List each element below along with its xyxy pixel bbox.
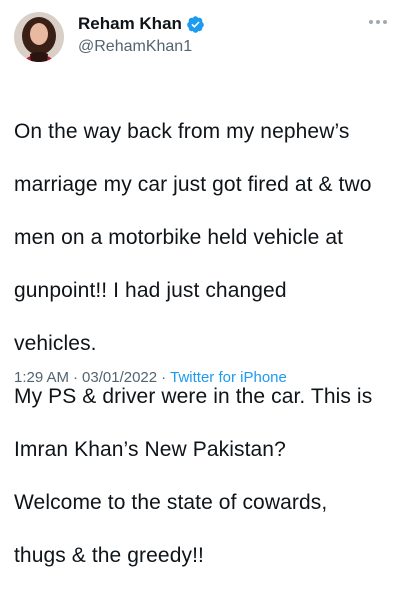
more-options-icon[interactable] [369, 20, 387, 24]
verified-badge-icon [186, 15, 205, 34]
tweet-meta: 1:29 AM · 03/01/2022 · Twitter for iPhon… [14, 369, 287, 386]
tweet-text-line: marriage my car just got fired at & two [14, 172, 372, 196]
tweet-text-line: vehicles. [14, 331, 97, 355]
tweet-text-line: On the way back from my nephew’s [14, 119, 350, 143]
tweet-text-line: thugs & the greedy!! [14, 543, 204, 567]
tweet-text-line: men on a motorbike held vehicle at [14, 225, 344, 249]
display-name[interactable]: Reham Khan [78, 14, 182, 34]
tweet-text: On the way back from my nephew’s marriag… [14, 92, 394, 596]
tweet-text-line: gunpoint!! I had just changed [14, 278, 287, 302]
meta-separator: · [73, 369, 79, 386]
avatar[interactable] [14, 12, 64, 62]
tweet-source-link[interactable]: Twitter for iPhone [170, 369, 287, 386]
tweet-text-line: Imran Khan’s New Pakistan? [14, 437, 286, 461]
meta-separator: · [161, 369, 167, 386]
user-handle[interactable]: @RehamKhan1 [78, 37, 192, 57]
name-row: Reham Khan [78, 14, 205, 34]
tweet-text-line: Welcome to the state of cowards, [14, 490, 328, 514]
tweet-date[interactable]: 03/01/2022 [82, 369, 157, 386]
tweet-text-line: My PS & driver were in the car. This is [14, 384, 373, 408]
tweet-time[interactable]: 1:29 AM [14, 369, 69, 386]
tweet-card: Reham Khan @RehamKhan1 On the way back f… [0, 0, 399, 567]
